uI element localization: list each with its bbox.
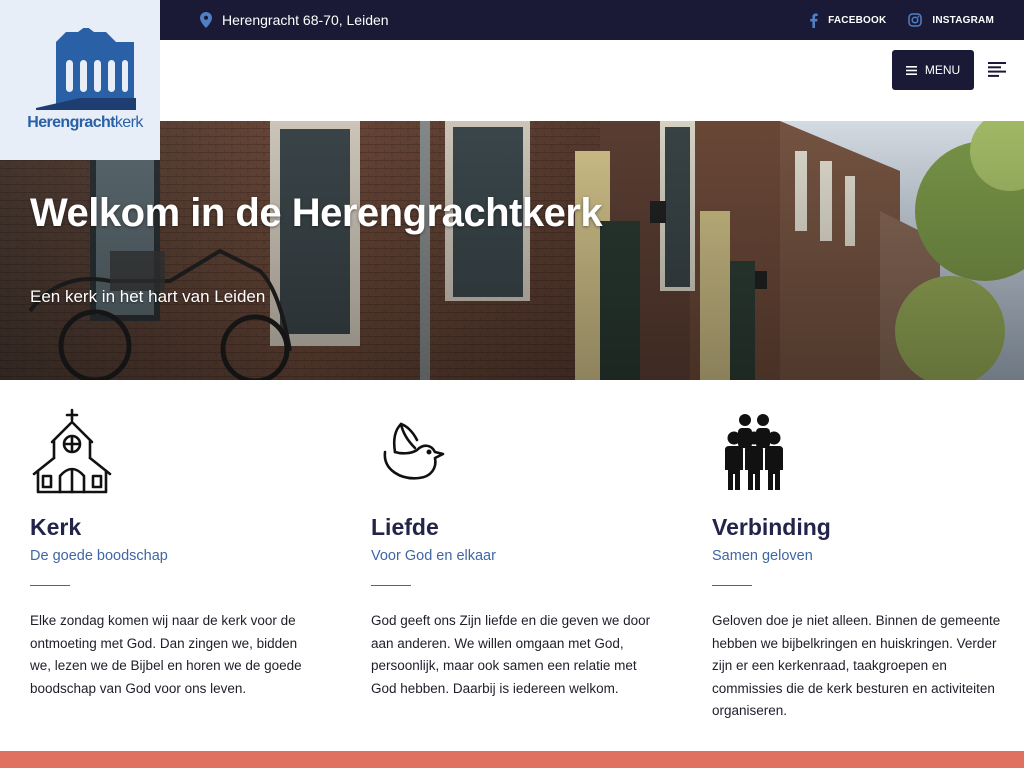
social-links: FACEBOOK INSTAGRAM — [809, 0, 994, 40]
people-group-icon — [725, 414, 783, 490]
church-icon — [32, 408, 112, 494]
menu-label: MENU — [924, 63, 961, 77]
align-left-lines-icon[interactable] — [988, 62, 1006, 77]
divider — [371, 585, 411, 586]
feature-title: Verbinding — [712, 514, 831, 540]
feature-subtitle: Voor God en elkaar — [371, 548, 496, 564]
address: Herengracht 68-70, Leiden — [200, 0, 389, 40]
feature-body: Elke zondag komen wij naar de kerk voor … — [30, 613, 302, 696]
address-text: Herengracht 68-70, Leiden — [222, 12, 389, 28]
site-logo[interactable]: Herengrachtkerk — [0, 0, 160, 160]
logo-text: Herengrachtkerk — [27, 114, 143, 131]
menu-button[interactable]: MENU — [892, 50, 974, 90]
feature-subtitle: Samen geloven — [712, 548, 813, 564]
feature-title: Liefde — [371, 514, 439, 540]
instagram-label: INSTAGRAM — [932, 14, 994, 26]
instagram-icon — [908, 13, 923, 27]
facebook-link[interactable]: FACEBOOK — [809, 13, 886, 28]
footer-accent-strip — [0, 751, 1024, 768]
hero-subtitle: Een kerk in het hart van Leiden — [30, 287, 266, 306]
dove-icon — [383, 422, 445, 480]
divider — [712, 585, 752, 586]
map-pin-icon — [200, 12, 212, 28]
hero-title: Welkom in de Herengrachtkerk — [30, 191, 603, 235]
instagram-link[interactable]: INSTAGRAM — [908, 13, 994, 27]
feature-body: God geeft ons Zijn liefde en die geven w… — [371, 613, 651, 696]
feature-title: Kerk — [30, 514, 82, 540]
church-facade-logo-icon — [36, 28, 136, 110]
feature-subtitle: De goede boodschap — [30, 548, 168, 564]
hamburger-icon — [905, 65, 917, 75]
facebook-label: FACEBOOK — [828, 14, 887, 26]
facebook-icon — [810, 13, 818, 28]
feature-body: Geloven doe je niet alleen. Binnen de ge… — [712, 613, 1001, 718]
divider — [30, 585, 70, 586]
